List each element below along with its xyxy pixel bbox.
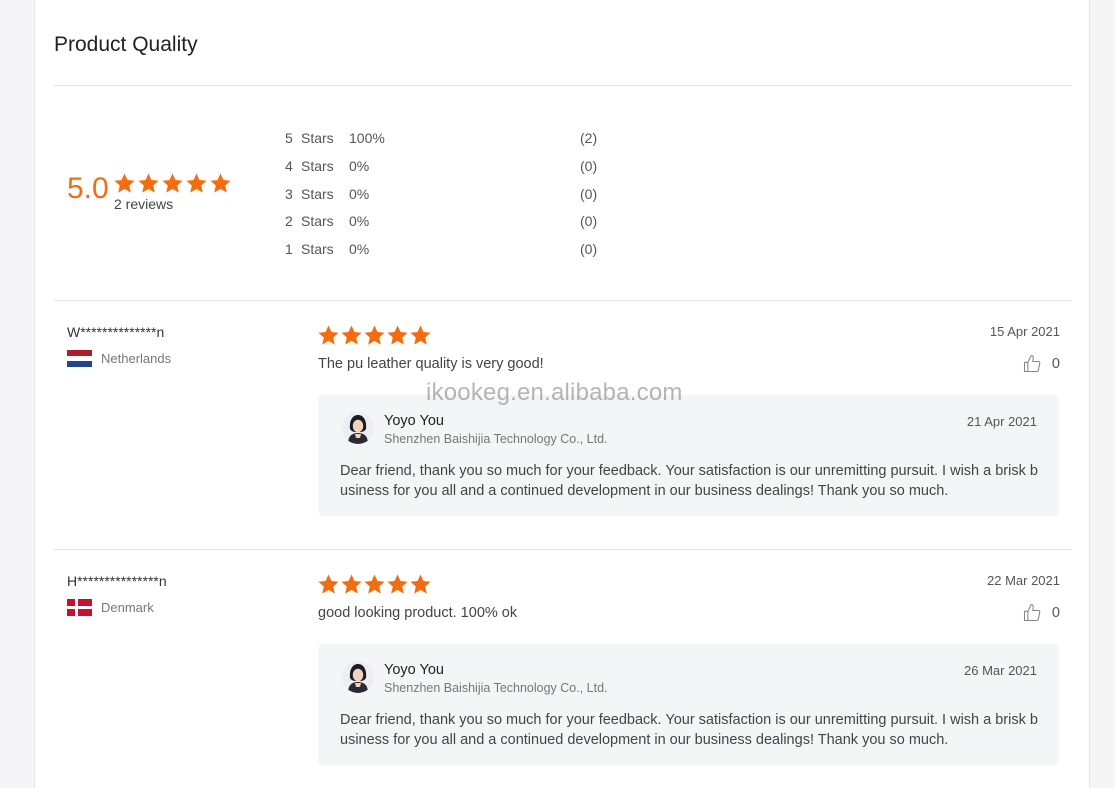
star-number: 1 [285, 241, 293, 258]
star-percent: 0% [349, 241, 370, 258]
avatar-image [342, 661, 374, 693]
star-count: (0) [580, 213, 598, 230]
star-icon [162, 173, 183, 193]
like-count: 0 [1051, 356, 1060, 372]
reply-company: Shenzhen Baishijia Technology Co., Ltd. [384, 432, 608, 446]
star-count: (0) [580, 241, 598, 258]
avatar-image [342, 412, 374, 444]
star-number: 2 [285, 213, 293, 230]
reply-company: Shenzhen Baishijia Technology Co., Ltd. [384, 681, 608, 695]
reviewer-name: H***************n [67, 573, 167, 589]
denmark-flag-icon [67, 599, 92, 616]
section-title: Product Quality [54, 33, 198, 56]
reply-date: 21 Apr 2021 [966, 414, 1037, 429]
star-icon [318, 574, 339, 594]
review-stars [317, 573, 432, 596]
star-icon [364, 325, 385, 345]
review-stars [317, 324, 432, 347]
star-icon [364, 574, 385, 594]
star-percent: 0% [349, 213, 370, 230]
reply-date: 26 Mar 2021 [964, 663, 1037, 678]
avatar [342, 661, 374, 693]
star-count: (0) [580, 157, 598, 174]
star-count: (0) [580, 185, 598, 202]
reply-author-name: Yoyo You [384, 413, 444, 429]
watermark: ikookeg.en.alibaba.com [426, 379, 683, 406]
review-text: The pu leather quality is very good! [318, 356, 544, 372]
stars-label: Stars [301, 185, 334, 202]
reply-author-name: Yoyo You [384, 662, 444, 678]
reviewer-name: W**************n [67, 324, 165, 340]
star-icon [341, 325, 362, 345]
netherlands-flag-icon [67, 350, 92, 367]
review-count: 2 reviews [114, 196, 174, 212]
seller-reply: Yoyo You Shenzhen Baishijia Technology C… [318, 395, 1059, 516]
star-icon [387, 574, 408, 594]
star-number: 3 [285, 185, 293, 202]
star-icon [341, 574, 362, 594]
star-percent: 100% [349, 130, 385, 146]
reply-text: Dear friend, thank you so much for your … [340, 712, 1038, 748]
stars-label: Stars [301, 213, 334, 230]
star-icon [410, 325, 431, 345]
star-icon [138, 173, 159, 193]
star-icon [114, 173, 135, 193]
star-icon [387, 325, 408, 345]
summary-stars [113, 172, 232, 195]
country-name: Denmark [101, 600, 154, 615]
reviewer-country: Netherlands [67, 350, 171, 367]
avatar [342, 412, 374, 444]
like-button[interactable]: 0 [1022, 354, 1060, 374]
divider [54, 300, 1072, 301]
thumbs-up-icon[interactable] [1022, 354, 1042, 374]
star-number: 5 [285, 130, 293, 146]
review-text: good looking product. 100% ok [318, 605, 518, 621]
review-date: 15 Apr 2021 [989, 324, 1060, 339]
star-count: (2) [580, 130, 598, 146]
star-icon [186, 173, 207, 193]
reviewer-country: Denmark [67, 599, 154, 616]
stars-label: Stars [301, 241, 334, 258]
star-number: 4 [285, 157, 293, 174]
thumbs-up-icon[interactable] [1022, 603, 1042, 623]
stars-label: Stars [301, 157, 334, 174]
review-date: 22 Mar 2021 [987, 573, 1060, 588]
star-icon [318, 325, 339, 345]
star-icon [410, 574, 431, 594]
divider [54, 85, 1072, 86]
reply-text: Dear friend, thank you so much for your … [340, 463, 1038, 499]
divider [54, 549, 1072, 550]
country-name: Netherlands [101, 351, 172, 366]
like-count: 0 [1051, 605, 1060, 621]
average-score: 5.0 [67, 172, 109, 205]
like-button[interactable]: 0 [1022, 603, 1060, 623]
seller-reply: Yoyo You Shenzhen Baishijia Technology C… [318, 644, 1059, 765]
star-percent: 0% [349, 185, 370, 202]
star-icon [210, 173, 231, 193]
stars-label: Stars [301, 130, 334, 146]
star-percent: 0% [349, 157, 370, 174]
